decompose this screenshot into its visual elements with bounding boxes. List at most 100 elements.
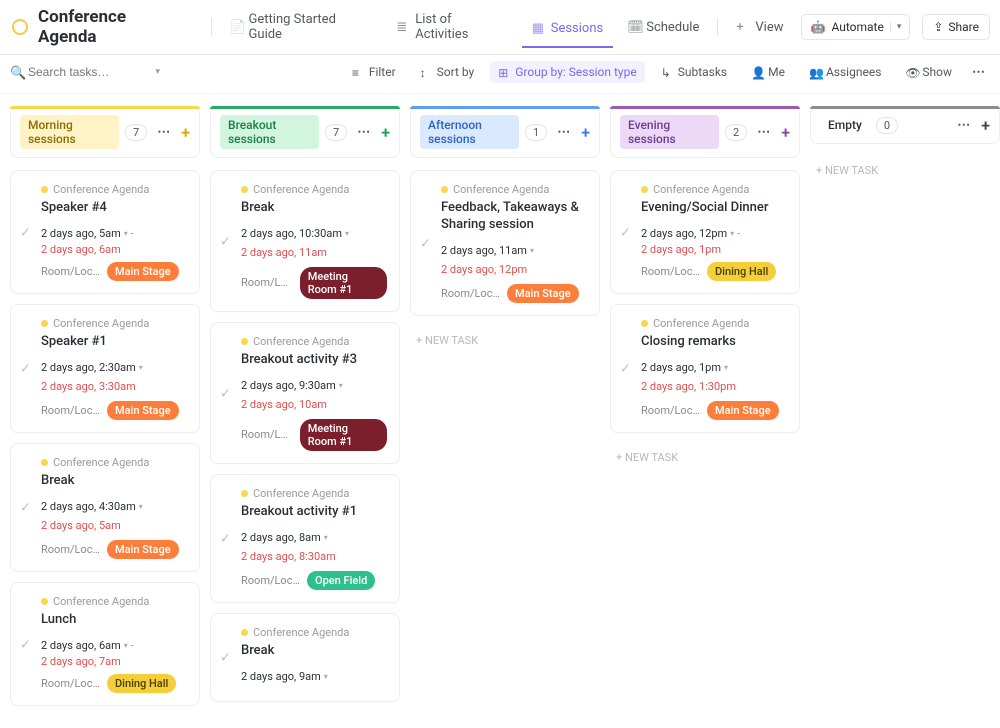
task-card[interactable]: ✓Conference AgendaBreakout activity #12 … [210,474,400,603]
assignees-button[interactable]: 👥 Assignees [801,61,889,83]
column-more-button[interactable]: ⋯ [353,123,375,142]
column-header[interactable]: Morning sessions7⋯+ [10,106,200,158]
filter-label: Filter [369,65,396,79]
me-button[interactable]: 👤 Me [743,61,793,83]
complete-check-icon[interactable]: ✓ [20,637,33,650]
column-header[interactable]: Breakout sessions7⋯+ [210,106,400,158]
task-card[interactable]: ✓Conference AgendaFeedback, Takeaways & … [410,170,600,316]
task-card[interactable]: ✓Conference AgendaBreak2 days ago, 4:30a… [10,443,200,572]
group-label: Group by: Session type [515,65,636,79]
share-button[interactable]: ⇪ Share [922,14,990,40]
column-more-button[interactable]: ⋯ [953,116,975,135]
nav-tab-view[interactable]: +View [726,14,793,41]
complete-check-icon[interactable]: ✓ [620,362,633,375]
task-title: Closing remarks [641,334,787,351]
task-card[interactable]: ✓Conference AgendaSpeaker #12 days ago, … [10,304,200,433]
filter-button[interactable]: ≡ Filter [344,61,404,83]
chevron-down-icon[interactable]: ▾ [155,67,160,77]
group-icon: ⊞ [498,66,510,78]
chevron-down-icon[interactable]: ▾ [890,22,902,32]
new-task-button[interactable]: NEW TASK [810,156,1000,185]
more-options-button[interactable]: ⋯ [968,63,990,82]
chevron-down-icon: ▾ [724,363,728,372]
complete-check-icon[interactable]: ✓ [420,236,433,249]
new-task-button[interactable]: NEW TASK [610,443,800,472]
complete-check-icon[interactable]: ✓ [620,225,633,238]
location-chip: Main Stage [107,540,179,559]
column-add-button[interactable]: + [181,123,190,142]
location-field: Room/Loca…Meeting Room #1 [241,267,387,299]
nav-label: View [755,20,783,35]
column-count: 1 [525,124,547,141]
new-task-button[interactable]: NEW TASK [410,326,600,355]
date-range: 2 days ago, 12pm▾-2 days ago, 1pm [641,227,787,256]
nav-tab-sessions[interactable]: ▦Sessions [522,15,614,48]
task-title: Breakout activity #1 [241,504,387,521]
task-card[interactable]: ✓Conference AgendaLunch2 days ago, 6am▾-… [10,582,200,706]
task-title: Evening/Social Dinner [641,200,787,217]
groupby-button[interactable]: ⊞ Group by: Session type [490,61,644,83]
location-chip: Dining Hall [707,262,776,281]
nav-tab-schedule[interactable]: 🗓Schedule [617,14,709,41]
column-count: 7 [325,124,347,141]
search-wrap: 🔍 ▾ [10,65,160,79]
column-add-button[interactable]: + [781,123,790,142]
task-card[interactable]: ✓Conference AgendaClosing remarks2 days … [610,304,800,433]
complete-check-icon[interactable]: ✓ [20,362,33,375]
location-field: Room/Loca…Main Stage [41,262,187,281]
column-add-button[interactable]: + [581,123,590,142]
chevron-down-icon: ▾ [730,229,734,238]
subtasks-icon: ↳ [661,66,673,78]
nav-label: List of Activities [415,12,508,42]
complete-check-icon[interactable]: ✓ [20,225,33,238]
complete-check-icon[interactable]: ✓ [220,651,233,664]
chevron-down-icon: ▾ [324,672,328,681]
chevron-down-icon: ▾ [139,363,143,372]
start-date: 2 days ago, 4:30am▾ [41,500,187,513]
crumb-text: Conference Agenda [53,317,149,330]
status-dot-icon [241,338,248,345]
column-more-button[interactable]: ⋯ [753,123,775,142]
automate-button[interactable]: 🤖 Automate ▾ [801,14,910,40]
column-add-button[interactable]: + [381,123,390,142]
location-field: Room/Loca…Main Stage [41,401,187,420]
sort-button[interactable]: ↕ Sort by [412,61,483,83]
breadcrumb: Conference Agenda [41,183,187,196]
task-card[interactable]: ✓Conference AgendaEvening/Social Dinner2… [610,170,800,294]
due-date: 2 days ago, 1:30pm [641,380,787,393]
location-chip: Main Stage [107,262,179,281]
start-date: 2 days ago, 1pm▾ [641,361,787,374]
task-card[interactable]: ✓Conference AgendaBreakout activity #32 … [210,322,400,464]
sort-label: Sort by [437,65,475,79]
due-date: 2 days ago, 5am [41,519,187,532]
nav-tab-list-of-activities[interactable]: ≣List of Activities [386,6,517,48]
nav-label: Schedule [646,20,699,35]
complete-check-icon[interactable]: ✓ [220,386,233,399]
column-more-button[interactable]: ⋯ [153,123,175,142]
column-add-button[interactable]: + [981,116,990,135]
board-icon: ▦ [532,21,546,35]
task-card[interactable]: ✓Conference AgendaBreak2 days ago, 9am▾ [210,613,400,702]
location-field: Room/Loca…Dining Hall [641,262,787,281]
column-header[interactable]: Afternoon sessions1⋯+ [410,106,600,158]
crumb-text: Conference Agenda [53,456,149,469]
task-card[interactable]: ✓Conference AgendaSpeaker #42 days ago, … [10,170,200,294]
nav-tab-getting-started-guide[interactable]: 📄Getting Started Guide [220,6,383,48]
complete-check-icon[interactable]: ✓ [20,501,33,514]
search-input[interactable] [28,65,128,79]
doc-icon: 📄 [230,20,244,34]
me-label: Me [768,65,785,79]
robot-icon: 🤖 [810,20,825,34]
task-card[interactable]: ✓Conference AgendaBreak2 days ago, 10:30… [210,170,400,312]
column-more-button[interactable]: ⋯ [553,123,575,142]
location-label: Room/Loca… [241,574,301,587]
task-title: Break [241,643,387,660]
column-header[interactable]: Empty0⋯+ [810,106,1000,144]
show-button[interactable]: 👁 Show [897,61,960,83]
complete-check-icon[interactable]: ✓ [220,234,233,247]
task-title: Lunch [41,612,187,629]
column-header[interactable]: Evening sessions2⋯+ [610,106,800,158]
subtasks-button[interactable]: ↳ Subtasks [653,61,735,83]
kanban-board: Morning sessions7⋯+✓Conference AgendaSpe… [0,94,1000,728]
automate-label: Automate [831,20,883,34]
